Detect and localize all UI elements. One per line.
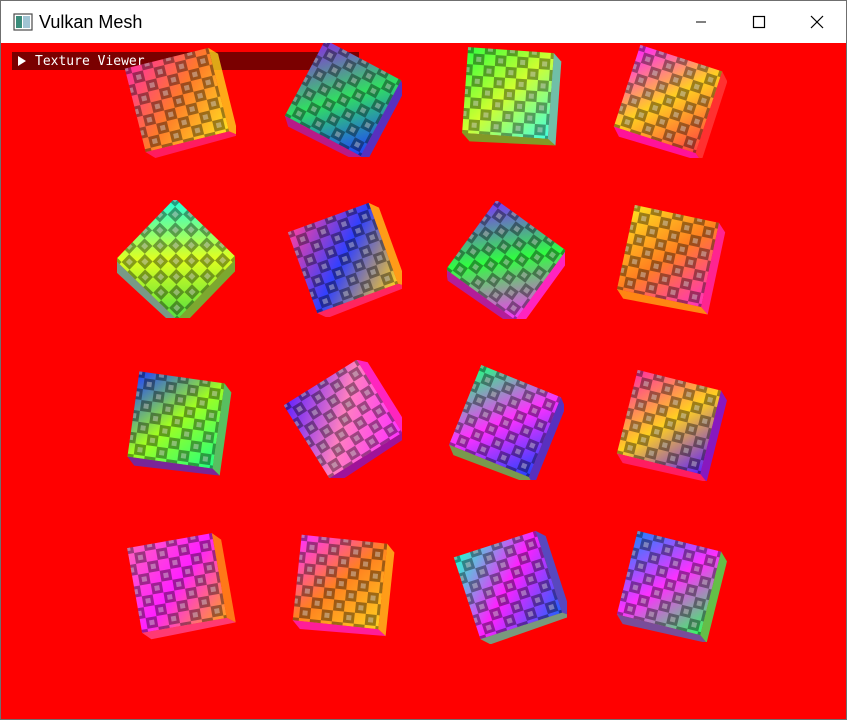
close-icon [810,15,824,29]
textured-cube [616,204,726,315]
textured-cube [287,202,402,317]
maximize-button[interactable] [730,1,788,43]
textured-cube [453,530,567,644]
render-viewport[interactable]: Texture Viewer [1,43,846,719]
textured-cube [449,365,564,480]
textured-cube [117,200,235,318]
collapse-arrow-icon [18,56,26,66]
textured-cube [284,43,402,157]
app-window: Vulkan Mesh Texture Viewer [0,0,847,720]
minimize-button[interactable] [672,1,730,43]
minimize-icon [696,21,706,23]
textured-cube [127,371,232,476]
textured-cube [124,47,236,158]
textured-cube [447,201,565,319]
textured-cube [292,534,395,637]
textured-cube [127,533,236,640]
textured-cube [616,369,727,481]
textured-cube [613,44,727,158]
close-button[interactable] [788,1,846,43]
textured-cube [284,360,402,478]
app-window-icon [13,13,33,31]
maximize-icon [752,15,766,29]
window-title: Vulkan Mesh [39,11,143,32]
window-controls [672,1,846,43]
textured-cube [616,530,727,642]
title-bar[interactable]: Vulkan Mesh [1,1,846,43]
textured-cube [462,47,562,146]
